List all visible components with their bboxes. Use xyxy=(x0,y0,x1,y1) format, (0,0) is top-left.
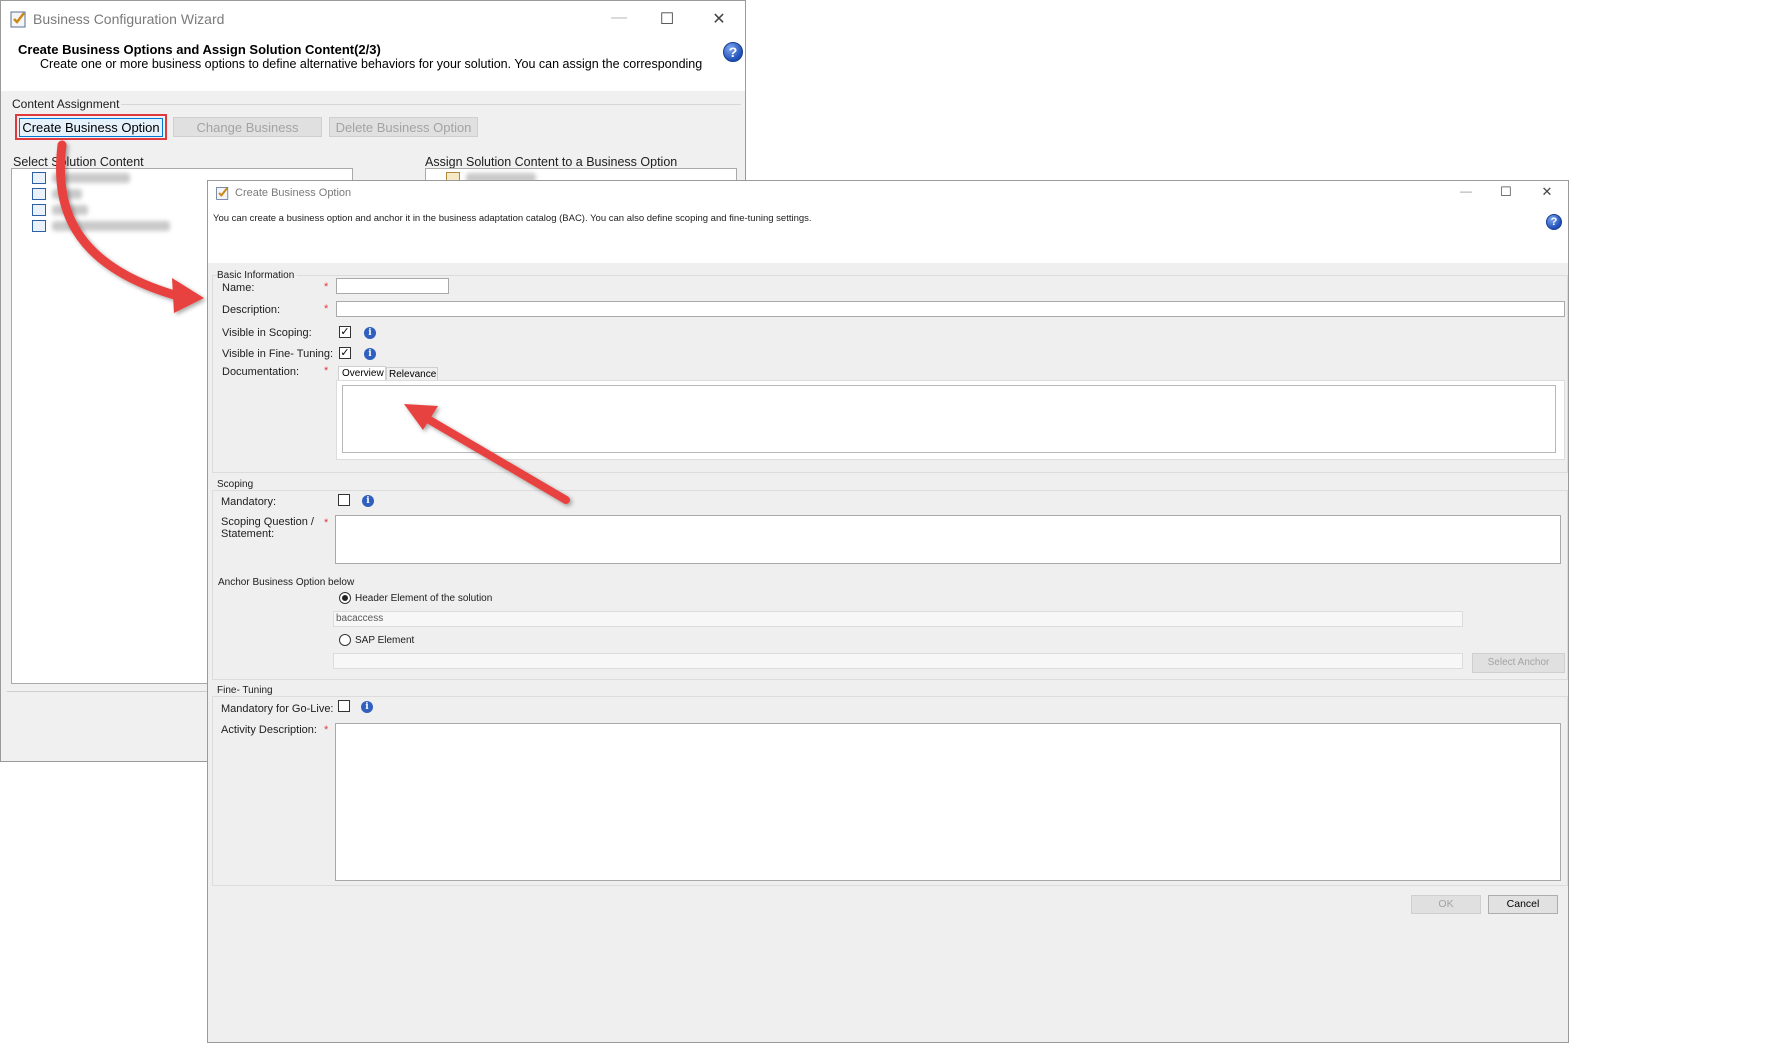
header-element-radio[interactable] xyxy=(339,592,351,604)
tree-item-icon xyxy=(32,172,46,184)
delete-business-option-button[interactable]: Delete Business Option xyxy=(329,117,478,137)
ok-button[interactable]: OK xyxy=(1411,895,1481,914)
dialog-intro-area: You can create a business option and anc… xyxy=(208,205,1568,263)
assign-solution-content-label: Assign Solution Content to a Business Op… xyxy=(425,155,678,169)
sap-element-radio[interactable] xyxy=(339,634,351,646)
tree-item-icon xyxy=(32,220,46,232)
visible-in-finetuning-info-icon[interactable]: i xyxy=(364,348,376,360)
change-business-button[interactable]: Change Business xyxy=(173,117,322,137)
basic-information-label: Basic Information xyxy=(217,270,298,281)
scoping-label: Scoping xyxy=(217,479,257,490)
scoping-question-required-marker: * xyxy=(324,517,329,529)
visible-in-scoping-checkbox[interactable]: ✓ xyxy=(339,326,351,338)
sap-element-label: SAP Element xyxy=(355,635,415,646)
mandatory-golive-info-icon[interactable]: i xyxy=(361,701,373,713)
documentation-tab-overview[interactable]: Overview xyxy=(338,366,386,381)
name-required-marker: * xyxy=(324,281,329,293)
scoping-mandatory-checkbox[interactable] xyxy=(338,494,350,506)
anchor-business-option-label: Anchor Business Option below xyxy=(218,577,355,588)
activity-description-required-marker: * xyxy=(324,724,329,736)
tree-item-text xyxy=(52,221,170,231)
scoping-question-label-line2: Statement: xyxy=(221,528,275,540)
wizard-app-icon xyxy=(10,11,26,28)
wizard-maximize-button[interactable]: ☐ xyxy=(655,9,679,29)
dialog-close-button[interactable]: ✕ xyxy=(1537,184,1557,200)
header-element-field: bacaccess xyxy=(333,611,1463,627)
tree-item-icon xyxy=(32,204,46,216)
visible-in-scoping-info-icon[interactable]: i xyxy=(364,327,376,339)
tree-item-text xyxy=(52,189,82,199)
wizard-title: Business Configuration Wizard xyxy=(33,11,225,27)
documentation-label: Documentation: xyxy=(222,366,300,378)
description-label: Description: xyxy=(222,304,281,316)
mandatory-golive-label: Mandatory for Go-Live: xyxy=(221,703,334,715)
tree-item-text xyxy=(52,205,88,215)
documentation-required-marker: * xyxy=(324,365,329,377)
dialog-help-icon[interactable]: ? xyxy=(1546,214,1562,230)
select-anchor-button[interactable]: Select Anchor xyxy=(1472,653,1565,673)
documentation-textarea[interactable] xyxy=(342,385,1556,453)
wizard-header-area: Create Business Options and Assign Solut… xyxy=(1,37,745,91)
mandatory-golive-checkbox[interactable] xyxy=(338,700,350,712)
dialog-titlebar: Create Business Option — ☐ ✕ xyxy=(208,181,1568,205)
dialog-maximize-button[interactable]: ☐ xyxy=(1496,184,1516,200)
description-required-marker: * xyxy=(324,303,329,315)
sap-element-field xyxy=(333,653,1463,669)
scoping-question-label-line1: Scoping Question / xyxy=(221,516,314,528)
select-solution-content-label: Select Solution Content xyxy=(13,155,144,169)
wizard-titlebar: Business Configuration Wizard — ☐ ✕ xyxy=(1,1,745,37)
create-business-option-button[interactable]: Create Business Option xyxy=(19,118,163,137)
create-business-option-dialog: Create Business Option — ☐ ✕ You can cre… xyxy=(207,180,1569,1043)
content-assignment-group-line xyxy=(121,104,741,105)
scoping-mandatory-info-icon[interactable]: i xyxy=(362,495,374,507)
name-field[interactable] xyxy=(336,278,449,294)
documentation-tab-relevance[interactable]: Relevance xyxy=(386,367,438,381)
dialog-app-icon xyxy=(216,187,229,200)
tree-item-icon xyxy=(32,188,46,200)
activity-description-label: Activity Description: xyxy=(221,724,317,736)
wizard-description: Create one or more business options to d… xyxy=(40,57,703,71)
dialog-minimize-button[interactable]: — xyxy=(1456,184,1476,198)
finetuning-label: Fine- Tuning xyxy=(217,685,276,696)
cancel-button[interactable]: Cancel xyxy=(1488,895,1558,914)
visible-in-finetuning-label: Visible in Fine- Tuning: xyxy=(222,348,334,360)
dialog-intro-text: You can create a business option and anc… xyxy=(213,213,812,224)
header-element-label: Header Element of the solution xyxy=(355,593,493,604)
wizard-close-button[interactable]: ✕ xyxy=(707,9,731,29)
content-assignment-label: Content Assignment xyxy=(12,97,120,111)
activity-description-textarea[interactable] xyxy=(335,723,1561,881)
description-field[interactable] xyxy=(336,301,1565,317)
wizard-heading: Create Business Options and Assign Solut… xyxy=(18,42,381,57)
name-label: Name: xyxy=(222,282,255,294)
tree-item-text xyxy=(52,173,130,183)
scoping-mandatory-label: Mandatory: xyxy=(221,496,277,508)
visible-in-finetuning-checkbox[interactable]: ✓ xyxy=(339,347,351,359)
visible-in-scoping-label: Visible in Scoping: xyxy=(222,327,312,339)
wizard-minimize-button[interactable]: — xyxy=(607,9,631,27)
dialog-title: Create Business Option xyxy=(235,187,352,199)
scoping-question-textarea[interactable] xyxy=(335,515,1561,564)
wizard-help-icon[interactable]: ? xyxy=(723,42,743,62)
documentation-tab-panel xyxy=(336,380,1565,460)
